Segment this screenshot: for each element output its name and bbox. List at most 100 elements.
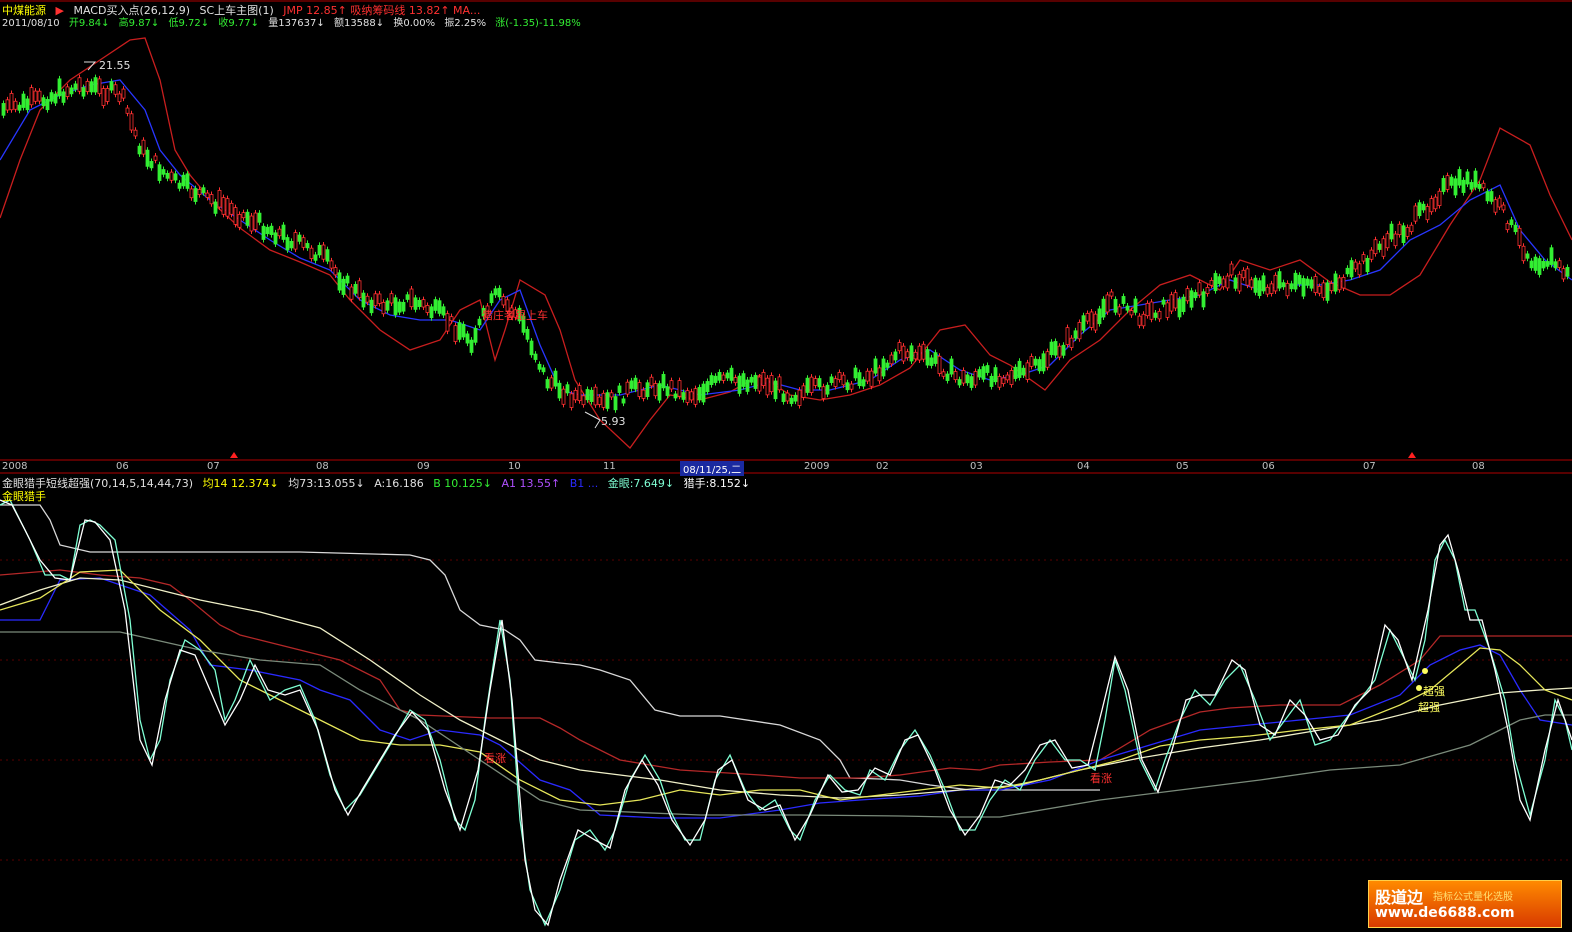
candle (705, 381, 710, 393)
candle (621, 398, 626, 404)
candle (1217, 276, 1222, 284)
candle (9, 93, 14, 111)
candle (1197, 282, 1202, 296)
candle (1477, 183, 1482, 189)
candle (725, 372, 730, 379)
candle (629, 380, 634, 389)
candle (1029, 356, 1034, 367)
candle (765, 377, 770, 396)
strong-signal-1: 超强 (1423, 685, 1445, 698)
candle (237, 214, 242, 228)
candle (1457, 169, 1462, 186)
candle (789, 397, 794, 404)
watermark-url: www.de6688.com (1375, 905, 1515, 921)
candle (197, 189, 202, 195)
time-axis: 2008 06 07 08 09 10 11 08/11/25,二 2009 02 03 04 05 06… (0, 461, 1572, 476)
slow-ma-line (0, 577, 1572, 799)
candle (25, 98, 30, 111)
candle (1097, 308, 1102, 325)
buy-signal-2: 看涨 (1090, 772, 1112, 785)
axis-label: 08 (1472, 461, 1485, 472)
quote-change: 涨(-1.35)-11.98% (495, 18, 581, 29)
candle (1057, 345, 1062, 358)
strong-signal-2: 超强 (1418, 701, 1440, 714)
candle (1121, 296, 1126, 304)
candle (229, 202, 234, 215)
candle (109, 81, 114, 91)
candle (1093, 313, 1098, 331)
candle (921, 343, 926, 360)
price-ma-lines (0, 37, 1572, 449)
axis-label: 08/11/25,二 (680, 461, 745, 476)
candle (1117, 306, 1122, 315)
candle (757, 376, 762, 392)
candle (1493, 199, 1498, 213)
candle (633, 377, 638, 390)
candle (1141, 313, 1146, 327)
candle (73, 83, 78, 90)
candle (577, 385, 582, 402)
candle (893, 351, 898, 361)
candle (841, 374, 846, 386)
candle (1481, 182, 1486, 189)
candle (349, 286, 354, 300)
candle (49, 92, 54, 102)
candle (1489, 191, 1494, 202)
candle (129, 113, 134, 131)
candle (529, 340, 534, 356)
candle (425, 305, 430, 313)
candle (1357, 263, 1362, 276)
candle (977, 369, 982, 378)
axis-label: 08 (316, 461, 329, 472)
candle (221, 197, 226, 215)
candle (501, 296, 506, 306)
candle (1245, 268, 1250, 286)
candle (1361, 254, 1366, 262)
candle (1393, 233, 1398, 247)
candle (385, 300, 390, 311)
candle (41, 97, 46, 107)
candle (1209, 279, 1214, 286)
candle (953, 371, 958, 381)
candle (1425, 206, 1430, 221)
candle (1221, 278, 1226, 288)
candle (793, 394, 798, 402)
candle (45, 99, 50, 111)
candle (1433, 196, 1438, 210)
candle (1437, 190, 1442, 206)
candle (1465, 171, 1470, 185)
hunter-value: 猎手:8.152↓ (683, 477, 751, 490)
buy-signal-label: 猎庄者跟上车 (482, 309, 548, 322)
candle (1181, 296, 1186, 312)
quote-turnover: 换0.00% (393, 18, 436, 29)
candle (897, 342, 902, 352)
candle (1349, 260, 1354, 278)
candle (1005, 374, 1010, 381)
candle (257, 212, 262, 223)
candle (89, 81, 94, 93)
a-value: A:16.186 (374, 477, 424, 490)
candle (1049, 341, 1054, 356)
candle (565, 384, 570, 394)
candle (821, 386, 826, 399)
candle (1, 103, 6, 116)
candle (1069, 337, 1074, 348)
candle (1041, 353, 1046, 372)
candle (145, 149, 150, 167)
candle (1461, 179, 1466, 193)
indicator-subtitle: 金眼猎手 (2, 490, 46, 503)
candle (549, 377, 554, 389)
candle (377, 293, 382, 304)
candle (969, 376, 974, 388)
candle (1213, 273, 1218, 292)
candle (673, 393, 678, 399)
candle (693, 388, 698, 405)
candle (333, 267, 338, 276)
candle (1513, 224, 1518, 233)
indicator-header: 金眼猎手短线超强(70,14,5,14,44,73) 均14 12.374↓ 均… (2, 475, 756, 491)
candle (413, 297, 418, 310)
candle (689, 391, 694, 401)
candle (717, 372, 722, 381)
candle (341, 278, 346, 295)
candle (649, 376, 654, 387)
